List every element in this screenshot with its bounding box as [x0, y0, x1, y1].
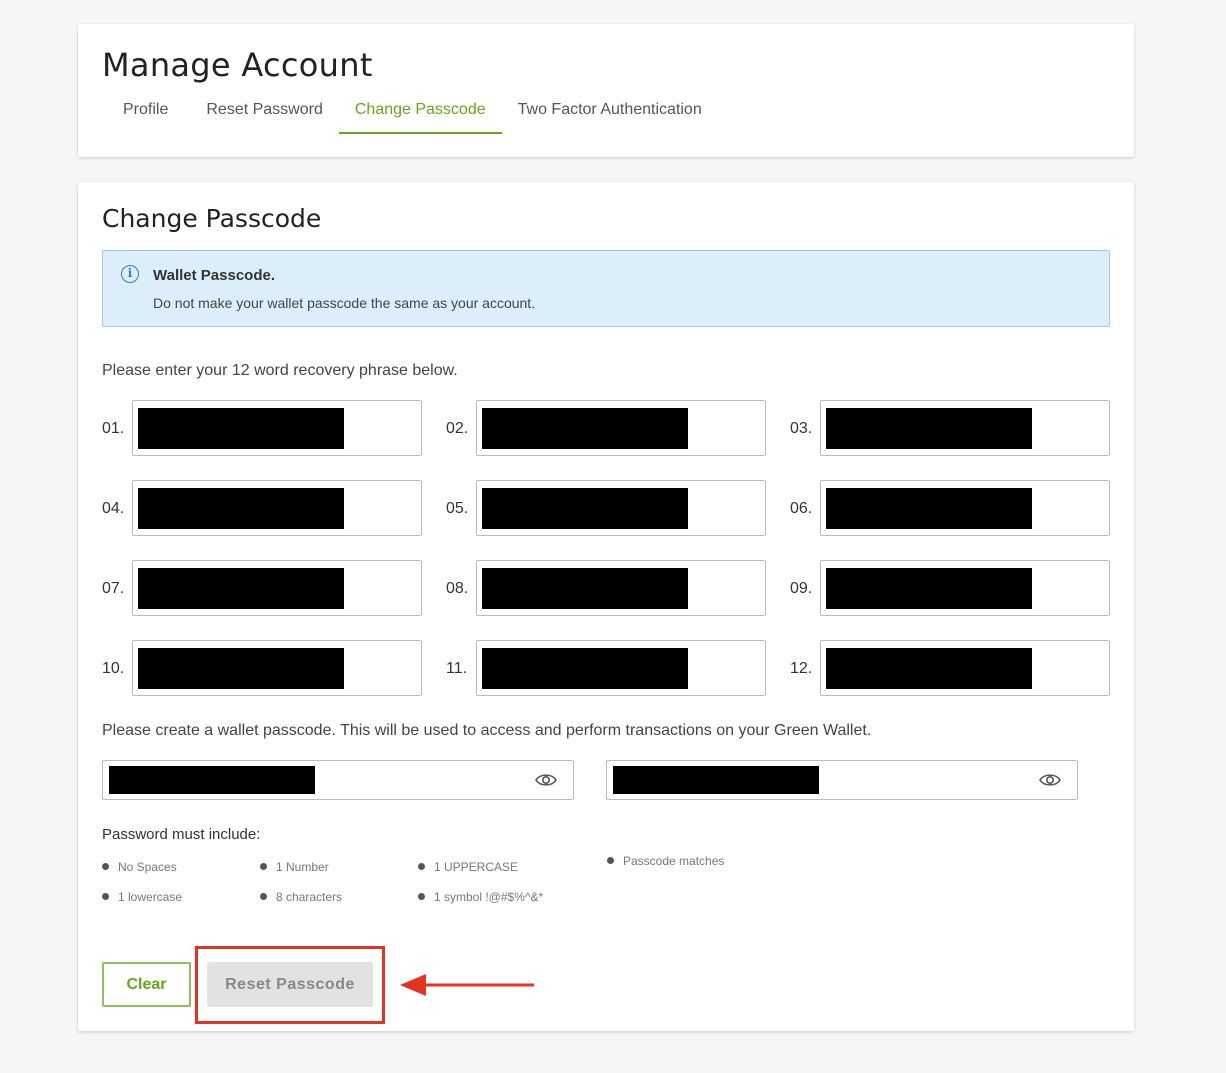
page-title: Manage Account	[102, 46, 373, 84]
phrase-label-11: 11.	[446, 660, 468, 677]
confirm-passcode-input[interactable]	[606, 760, 1078, 800]
redacted-value	[826, 488, 1032, 529]
bullet-icon	[260, 893, 267, 901]
bullet-icon	[102, 893, 109, 901]
tab-profile[interactable]: Profile	[102, 94, 184, 134]
phrase-label-10: 10.	[102, 660, 125, 677]
recovery-word-11-input[interactable]	[476, 640, 766, 696]
section-title: Change Passcode	[102, 204, 322, 233]
phrase-label-5: 05.	[446, 500, 469, 517]
wallet-passcode-alert: i Wallet Passcode. Do not make your wall…	[102, 250, 1110, 327]
passcode-match-indicator: Passcode matches	[607, 854, 724, 868]
requirement-label: 8 characters	[276, 890, 343, 904]
alert-title: Wallet Passcode.	[153, 267, 275, 284]
tab-reset-password[interactable]: Reset Password	[184, 94, 339, 134]
requirement-item: No Spaces	[102, 860, 177, 874]
phrase-label-2: 02.	[446, 420, 469, 437]
recovery-word-8-input[interactable]	[476, 560, 766, 616]
phrase-label-7: 07.	[102, 580, 125, 597]
redacted-value	[138, 488, 344, 529]
recovery-word-12-input[interactable]	[820, 640, 1110, 696]
tab-two-factor-authentication[interactable]: Two Factor Authentication	[502, 94, 718, 134]
info-icon: i	[121, 265, 139, 283]
bullet-icon	[102, 863, 109, 871]
recovery-word-2-input[interactable]	[476, 400, 766, 456]
recovery-word-9-input[interactable]	[820, 560, 1110, 616]
recovery-word-4-input[interactable]	[132, 480, 422, 536]
clear-button[interactable]: Clear	[102, 962, 191, 1007]
bullet-icon	[418, 863, 425, 871]
requirement-item: 8 characters	[260, 890, 342, 904]
recovery-word-6-input[interactable]	[820, 480, 1110, 536]
redacted-value	[109, 766, 315, 794]
redacted-value	[826, 408, 1032, 449]
phrase-label-6: 06.	[790, 500, 813, 517]
requirement-label: Passcode matches	[623, 854, 725, 868]
requirement-item: 1 Number	[260, 860, 329, 874]
bullet-icon	[418, 893, 425, 901]
tab-change-passcode[interactable]: Change Passcode	[338, 94, 502, 134]
redacted-value	[826, 648, 1032, 689]
account-tabs: Profile Reset Password Change Passcode T…	[102, 94, 718, 134]
recovery-word-1-input[interactable]	[132, 400, 422, 456]
phrase-label-8: 08.	[446, 580, 469, 597]
requirement-label: 1 Number	[276, 860, 329, 874]
redacted-value	[138, 408, 344, 449]
redacted-value	[482, 488, 688, 529]
requirement-label: 1 UPPERCASE	[434, 860, 519, 874]
annotation-arrow-icon	[400, 974, 534, 996]
requirement-item: 1 lowercase	[102, 890, 182, 904]
password-requirements-title: Password must include:	[102, 826, 261, 843]
redacted-value	[826, 568, 1032, 609]
eye-icon[interactable]	[535, 771, 557, 789]
phrase-label-9: 09.	[790, 580, 813, 597]
redacted-value	[482, 568, 688, 609]
bullet-icon	[607, 857, 614, 865]
requirement-item: 1 UPPERCASE	[418, 860, 518, 874]
redacted-value	[482, 408, 688, 449]
redacted-value	[138, 568, 344, 609]
redacted-value	[138, 648, 344, 689]
new-passcode-input[interactable]	[102, 760, 574, 800]
phrase-label-1: 01.	[102, 420, 125, 437]
requirement-label: 1 lowercase	[118, 890, 183, 904]
recovery-word-3-input[interactable]	[820, 400, 1110, 456]
phrase-label-3: 03.	[790, 420, 813, 437]
phrase-label-12: 12.	[790, 660, 813, 677]
requirement-label: 1 symbol !@#$%^&*	[434, 890, 544, 904]
header-card: Manage Account Profile Reset Password Ch…	[78, 24, 1134, 157]
bullet-icon	[260, 863, 267, 871]
redacted-value	[482, 648, 688, 689]
recovery-phrase-instruction: Please enter your 12 word recovery phras…	[102, 362, 458, 379]
requirement-item: 1 symbol !@#$%^&*	[418, 890, 543, 904]
alert-message: Do not make your wallet passcode the sam…	[153, 295, 536, 311]
recovery-word-10-input[interactable]	[132, 640, 422, 696]
recovery-word-7-input[interactable]	[132, 560, 422, 616]
redacted-value	[613, 766, 819, 794]
reset-passcode-button[interactable]: Reset Passcode	[207, 962, 373, 1007]
requirement-label: No Spaces	[118, 860, 177, 874]
eye-icon[interactable]	[1039, 771, 1061, 789]
change-passcode-card: Change Passcode i Wallet Passcode. Do no…	[78, 182, 1134, 1031]
phrase-label-4: 04.	[102, 500, 125, 517]
passcode-instruction: Please create a wallet passcode. This wi…	[102, 722, 872, 739]
recovery-word-5-input[interactable]	[476, 480, 766, 536]
